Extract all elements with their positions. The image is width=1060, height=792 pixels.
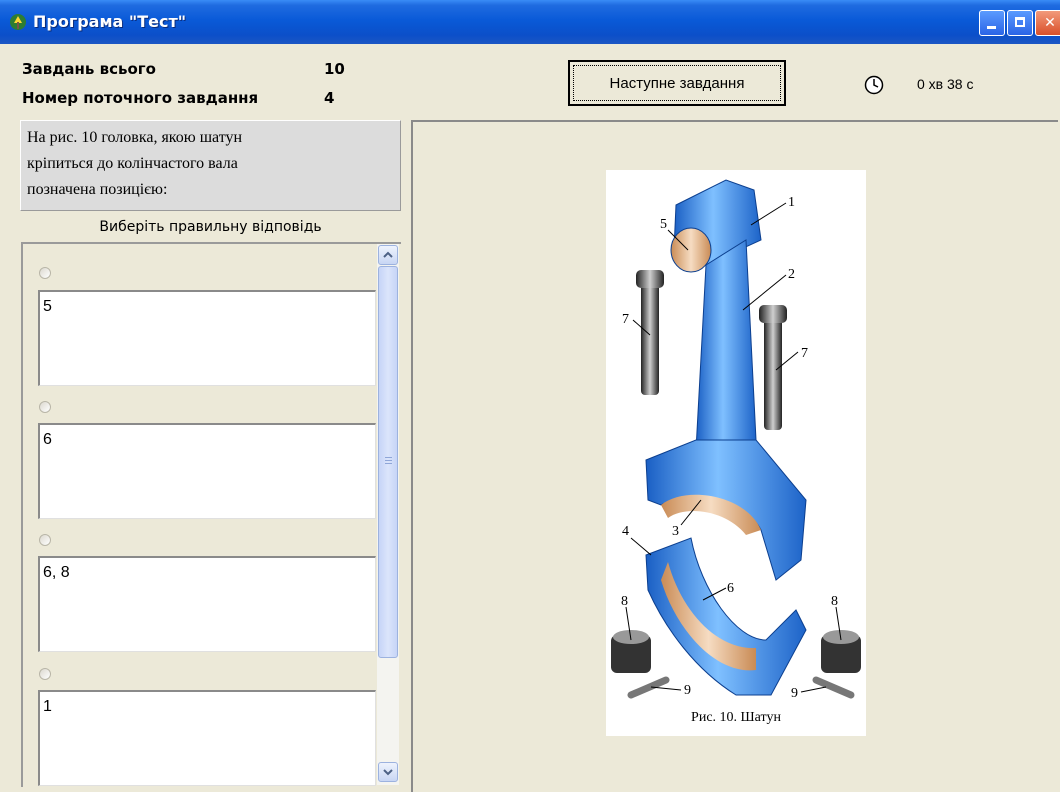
- scroll-down-button[interactable]: [378, 762, 398, 782]
- next-task-label: Наступне завдання: [573, 65, 781, 101]
- answers-scrollbar[interactable]: [377, 244, 399, 785]
- chevron-down-icon: [383, 769, 393, 776]
- picture-panel: 1 2 3 4 5 6 7 7 8 8 9 9 Рис. 10. Шатун: [411, 120, 1058, 792]
- question-text: На рис. 10 головка, якою шатун кріпиться…: [20, 120, 401, 211]
- next-task-button[interactable]: Наступне завдання: [568, 60, 786, 106]
- title-bar[interactable]: Програма "Тест" ✕: [0, 0, 1060, 44]
- answers-scroll-area[interactable]: 5 6 6, 8 1: [21, 242, 401, 787]
- answer-text-2: 6: [38, 423, 376, 519]
- figure-label-9a: 9: [684, 683, 691, 698]
- figure-label-6: 6: [727, 581, 734, 596]
- scroll-thumb[interactable]: [378, 266, 398, 658]
- current-task-value: 4: [324, 89, 335, 107]
- connecting-rod-figure: 1 2 3 4 5 6 7 7 8 8 9 9 Рис. 10. Шатун: [606, 170, 866, 736]
- figure-label-5: 5: [660, 217, 667, 232]
- answer-text-1: 5: [38, 290, 376, 386]
- clock-icon: [864, 75, 884, 95]
- choose-answer-label: Виберіть правильну відповідь: [99, 219, 322, 235]
- figure-label-9b: 9: [791, 686, 798, 700]
- maximize-button[interactable]: [1007, 10, 1033, 36]
- figure-label-7b: 7: [801, 346, 808, 361]
- answer-radio-4[interactable]: [39, 668, 51, 680]
- current-task-label: Номер поточного завдання: [22, 89, 259, 107]
- app-icon: [10, 14, 26, 30]
- minimize-button[interactable]: [979, 10, 1005, 36]
- timer-text: 0 хв 38 с: [917, 76, 974, 92]
- scroll-up-button[interactable]: [378, 245, 398, 265]
- answer-text-3: 6, 8: [38, 556, 376, 652]
- window-title: Програма "Тест": [33, 12, 187, 31]
- answer-radio-2[interactable]: [39, 401, 51, 413]
- figure-label-8a: 8: [621, 594, 628, 609]
- answer-radio-1[interactable]: [39, 267, 51, 279]
- figure-label-4: 4: [622, 524, 629, 539]
- figure-label-7a: 7: [622, 312, 629, 327]
- grip-icon: [385, 457, 392, 466]
- close-button[interactable]: ✕: [1035, 10, 1060, 36]
- figure-caption: Рис. 10. Шатун: [691, 710, 781, 725]
- answer-radio-3[interactable]: [39, 534, 51, 546]
- figure-label-2: 2: [788, 267, 795, 282]
- total-tasks-label: Завдань всього: [22, 60, 156, 78]
- minimize-icon: [987, 26, 996, 29]
- answer-text-4: 1: [38, 690, 376, 786]
- total-tasks-value: 10: [324, 60, 345, 78]
- figure-label-1: 1: [788, 195, 795, 210]
- maximize-icon: [1015, 17, 1025, 27]
- close-icon: ✕: [1044, 15, 1056, 31]
- chevron-up-icon: [383, 251, 393, 258]
- figure-label-3: 3: [672, 524, 679, 539]
- connecting-rod-illustration: 1 2 3 4 5 6 7 7 8 8 9 9: [611, 179, 861, 701]
- figure-label-8b: 8: [831, 594, 838, 609]
